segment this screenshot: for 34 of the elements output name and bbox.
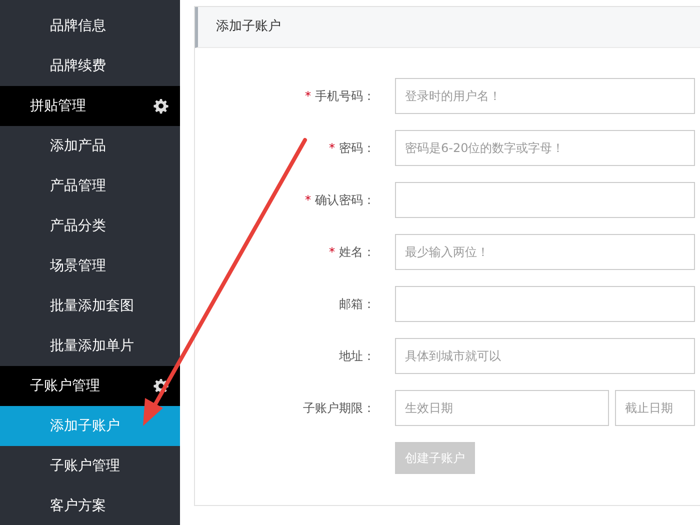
sidebar-item[interactable]: 场景管理 [0,246,180,286]
input-field[interactable]: 最少输入两位！ [395,234,695,270]
input-field[interactable]: 生效日期 [395,390,609,426]
section-header[interactable]: 子账户管理 [30,377,100,395]
required-mark: * [305,192,311,206]
sidebar-item[interactable]: 批量添加单片 [0,326,180,366]
sidebar-item[interactable]: 品牌信息 [0,6,180,46]
sidebar-item[interactable]: 产品管理 [0,166,180,206]
input-field[interactable] [395,182,695,218]
section-header[interactable]: 拼贴管理 [30,97,86,115]
field-label: 确认密码： [315,192,375,206]
panel-title: 添加子账户 [195,7,700,48]
input-field[interactable]: 截止日期 [615,390,695,426]
input-field[interactable]: 密码是6-20位的数字或字母！ [395,130,695,166]
sidebar-item[interactable]: 品牌续费 [0,46,180,86]
field-label: 手机号码： [315,88,375,102]
sidebar-item[interactable]: 批量添加套图 [0,286,180,326]
settings-icon[interactable] [153,98,169,114]
input-field[interactable]: 登录时的用户名！ [395,78,695,114]
required-mark: * [305,88,311,102]
required-mark: * [329,140,335,154]
field-label: 地址： [339,348,375,362]
field-label: 子账户期限： [303,400,375,414]
settings-icon[interactable] [153,378,169,394]
field-label: 姓名： [339,244,375,258]
sidebar-item[interactable]: 客户方案 [0,486,180,525]
input-field[interactable] [395,286,695,322]
sidebar-item[interactable]: 添加产品 [0,126,180,166]
input-field[interactable]: 具体到城市就可以 [395,338,695,374]
sidebar-item[interactable]: 子账户管理 [0,446,180,486]
field-label: 邮箱： [339,296,375,310]
required-mark: * [329,244,335,258]
field-label: 密码： [339,140,375,154]
sidebar-item[interactable]: 产品分类 [0,206,180,246]
